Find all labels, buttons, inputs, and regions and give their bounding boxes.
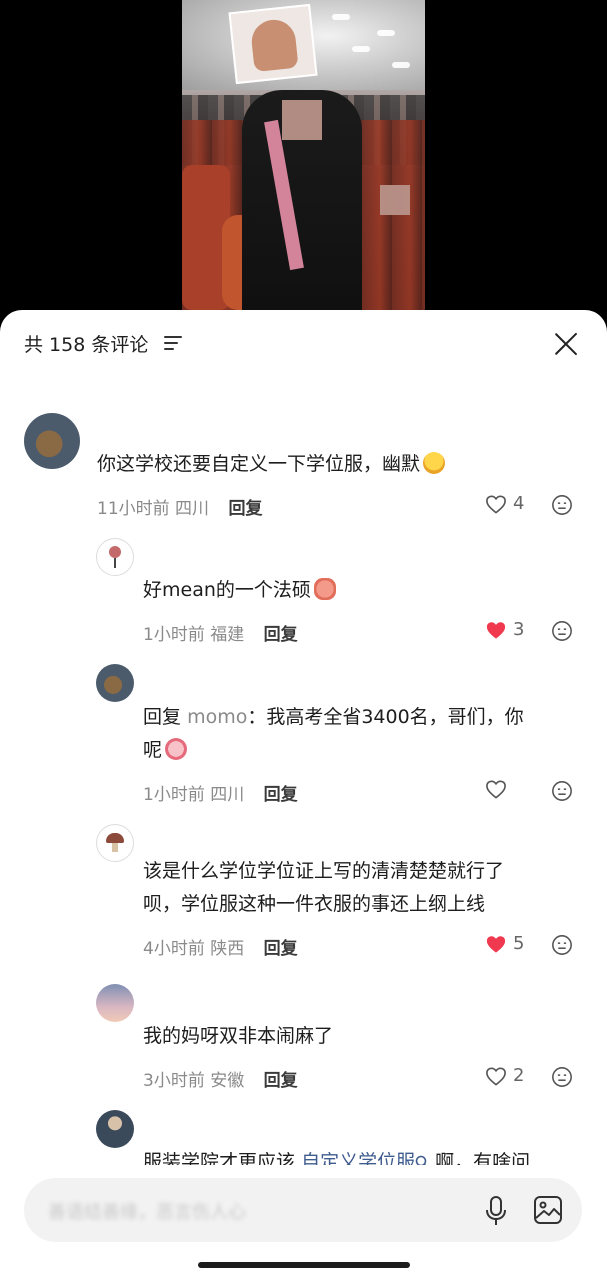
reply-button[interactable]: 回复 xyxy=(264,1071,298,1091)
like-button[interactable] xyxy=(485,779,513,799)
image-icon[interactable] xyxy=(532,1194,564,1226)
comment-text: 你这学校还要自定义一下学位服，幽默 xyxy=(97,453,421,475)
heart-outline-icon xyxy=(486,494,506,514)
avatar[interactable] xyxy=(24,413,80,469)
comment-meta: 11小时前 四川 回复 xyxy=(97,494,262,519)
dislike-icon[interactable] xyxy=(551,620,573,642)
sheet-header: 共 158 条评论 xyxy=(0,310,607,376)
comment-time: 4小时前 xyxy=(143,939,205,959)
like-count: 4 xyxy=(513,493,525,514)
heart-outline-icon xyxy=(486,780,506,799)
comment-location: 陕西 xyxy=(210,939,245,959)
reply-prefix: 回复 xyxy=(143,706,182,728)
comment-meta: 4小时前 陕西 回复 xyxy=(143,934,298,959)
thumbs-up-icon xyxy=(313,578,336,600)
comment-time: 11小时前 xyxy=(97,499,170,519)
comment-text-line2: 呗，学位服这种一件衣服的事还上纲上线 xyxy=(143,893,486,915)
reply-button[interactable]: 回复 xyxy=(264,785,298,805)
reply-button[interactable]: 回复 xyxy=(228,499,262,519)
home-indicator xyxy=(198,1262,410,1268)
comment-location: 四川 xyxy=(175,499,210,519)
comment-input-bar: 善语结善缘，恶言伤人心 xyxy=(0,1165,607,1280)
avatar[interactable] xyxy=(96,1110,134,1148)
emoji-icon xyxy=(165,738,188,760)
heart-outline-icon xyxy=(486,1066,506,1086)
comment-meta: 1小时前 四川 回复 xyxy=(143,780,298,805)
avatar[interactable] xyxy=(96,538,134,576)
like-button[interactable]: 2 xyxy=(485,1065,524,1086)
filter-icon[interactable] xyxy=(164,336,182,350)
comment-time: 3小时前 xyxy=(143,1071,205,1091)
like-count: 3 xyxy=(513,619,525,640)
avatar[interactable] xyxy=(96,664,134,702)
heart-filled-icon xyxy=(486,935,506,953)
reply-button[interactable]: 回复 xyxy=(264,939,298,959)
mention-link[interactable]: momo xyxy=(187,706,247,728)
dislike-icon[interactable] xyxy=(551,494,573,516)
comment-text-line2: 呢 xyxy=(143,739,163,761)
comment-text: 好mean的一个法硕 xyxy=(143,579,311,601)
comment-location: 福建 xyxy=(210,625,245,645)
dislike-icon[interactable] xyxy=(551,1066,573,1088)
comment-meta: 3小时前 安徽 回复 xyxy=(143,1066,298,1091)
like-count: 2 xyxy=(513,1065,525,1086)
like-count: 5 xyxy=(513,933,525,954)
comment-time: 1小时前 xyxy=(143,625,205,645)
comment-input[interactable]: 善语结善缘，恶言伤人心 xyxy=(24,1178,582,1242)
video-frame xyxy=(182,0,425,310)
comment-location: 安徽 xyxy=(210,1071,245,1091)
avatar[interactable] xyxy=(96,984,134,1022)
dislike-icon[interactable] xyxy=(551,780,573,802)
comment-meta: 1小时前 福建 回复 xyxy=(143,620,298,645)
comment-sheet: 共 158 条评论 你这学校还要自定义一下学位服，幽默 11小时前 四川 回复 … xyxy=(0,310,607,1280)
dislike-icon[interactable] xyxy=(551,934,573,956)
like-button[interactable]: 3 xyxy=(485,619,524,640)
like-button[interactable]: 4 xyxy=(485,493,524,514)
comment-text: 我的妈呀双非本闹麻了 xyxy=(143,1025,334,1047)
reply-button[interactable]: 回复 xyxy=(264,625,298,645)
close-icon[interactable] xyxy=(553,331,579,357)
input-placeholder: 善语结善缘，恶言伤人心 xyxy=(48,1202,246,1223)
like-button[interactable]: 5 xyxy=(485,933,524,954)
avatar[interactable] xyxy=(96,824,134,862)
emoji-icon xyxy=(423,452,446,474)
microphone-icon[interactable] xyxy=(482,1195,510,1227)
comment-count: 共 158 条评论 xyxy=(24,334,149,356)
comment-time: 1小时前 xyxy=(143,785,205,805)
comment-text: ：我高考全省3400名，哥们，你 xyxy=(247,706,524,728)
video-player[interactable] xyxy=(0,0,607,320)
heart-filled-icon xyxy=(486,621,506,639)
comment-location: 四川 xyxy=(210,785,245,805)
comment-text: 该是什么学位学位证上写的清清楚楚就行了 xyxy=(143,860,505,882)
